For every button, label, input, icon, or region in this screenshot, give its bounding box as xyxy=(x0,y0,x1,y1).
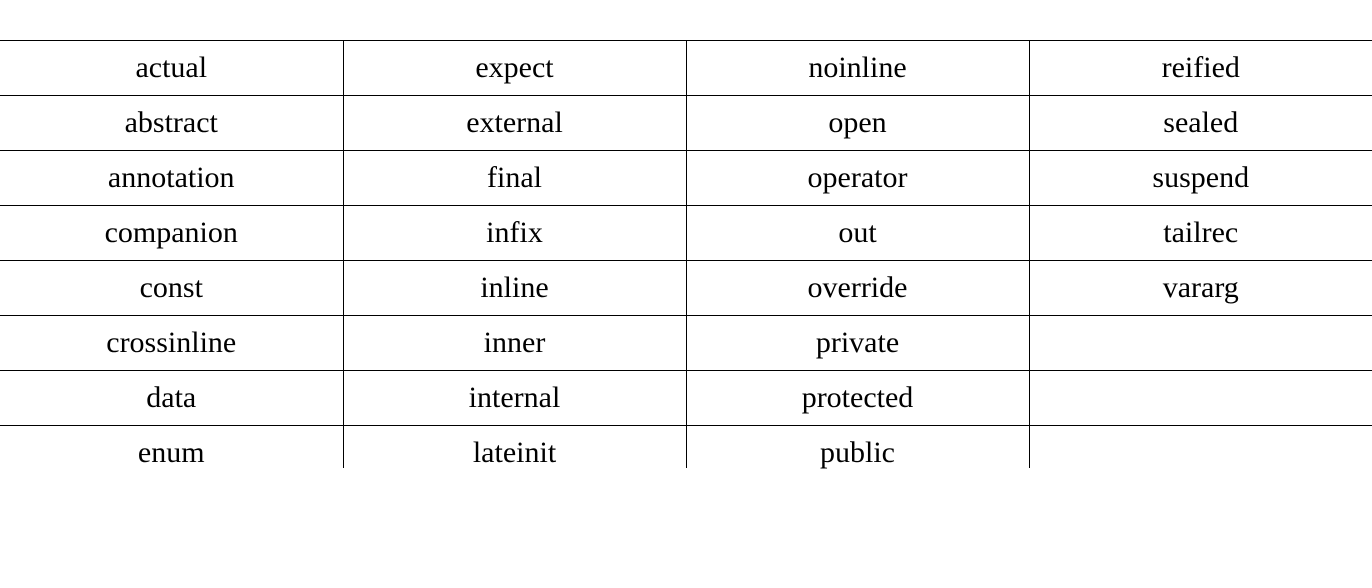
table-cell: operator xyxy=(686,151,1029,206)
table-row: const inline override vararg xyxy=(0,261,1372,316)
table-cell: tailrec xyxy=(1029,206,1372,261)
table-cell: vararg xyxy=(1029,261,1372,316)
table-body: actual expect noinline reified abstract … xyxy=(0,41,1372,469)
table-cell xyxy=(1029,316,1372,371)
table-cell: open xyxy=(686,96,1029,151)
table-row: annotation final operator suspend xyxy=(0,151,1372,206)
table-cell: inner xyxy=(343,316,686,371)
table-cell: data xyxy=(0,371,343,426)
table-cell: companion xyxy=(0,206,343,261)
table-cell: noinline xyxy=(686,41,1029,96)
table-row: actual expect noinline reified xyxy=(0,41,1372,96)
table-cell: private xyxy=(686,316,1029,371)
table-cell: external xyxy=(343,96,686,151)
table-cell: protected xyxy=(686,371,1029,426)
table-cell: expect xyxy=(343,41,686,96)
table-cell xyxy=(1029,426,1372,469)
table-row: enum lateinit public xyxy=(0,426,1372,469)
table-cell: internal xyxy=(343,371,686,426)
table-cell: crossinline xyxy=(0,316,343,371)
table-row: data internal protected xyxy=(0,371,1372,426)
table-cell: public xyxy=(686,426,1029,469)
keywords-table: actual expect noinline reified abstract … xyxy=(0,40,1372,468)
table-cell: const xyxy=(0,261,343,316)
table-cell: sealed xyxy=(1029,96,1372,151)
table-row: abstract external open sealed xyxy=(0,96,1372,151)
table-cell: override xyxy=(686,261,1029,316)
table-cell: reified xyxy=(1029,41,1372,96)
table-cell: suspend xyxy=(1029,151,1372,206)
table-row: crossinline inner private xyxy=(0,316,1372,371)
table-cell: infix xyxy=(343,206,686,261)
table-cell: out xyxy=(686,206,1029,261)
table-cell: annotation xyxy=(0,151,343,206)
table-cell: lateinit xyxy=(343,426,686,469)
table-cell: actual xyxy=(0,41,343,96)
table-cell xyxy=(1029,371,1372,426)
table-cell: final xyxy=(343,151,686,206)
table-cell: enum xyxy=(0,426,343,469)
table-row: companion infix out tailrec xyxy=(0,206,1372,261)
table-cell: inline xyxy=(343,261,686,316)
table-cell: abstract xyxy=(0,96,343,151)
